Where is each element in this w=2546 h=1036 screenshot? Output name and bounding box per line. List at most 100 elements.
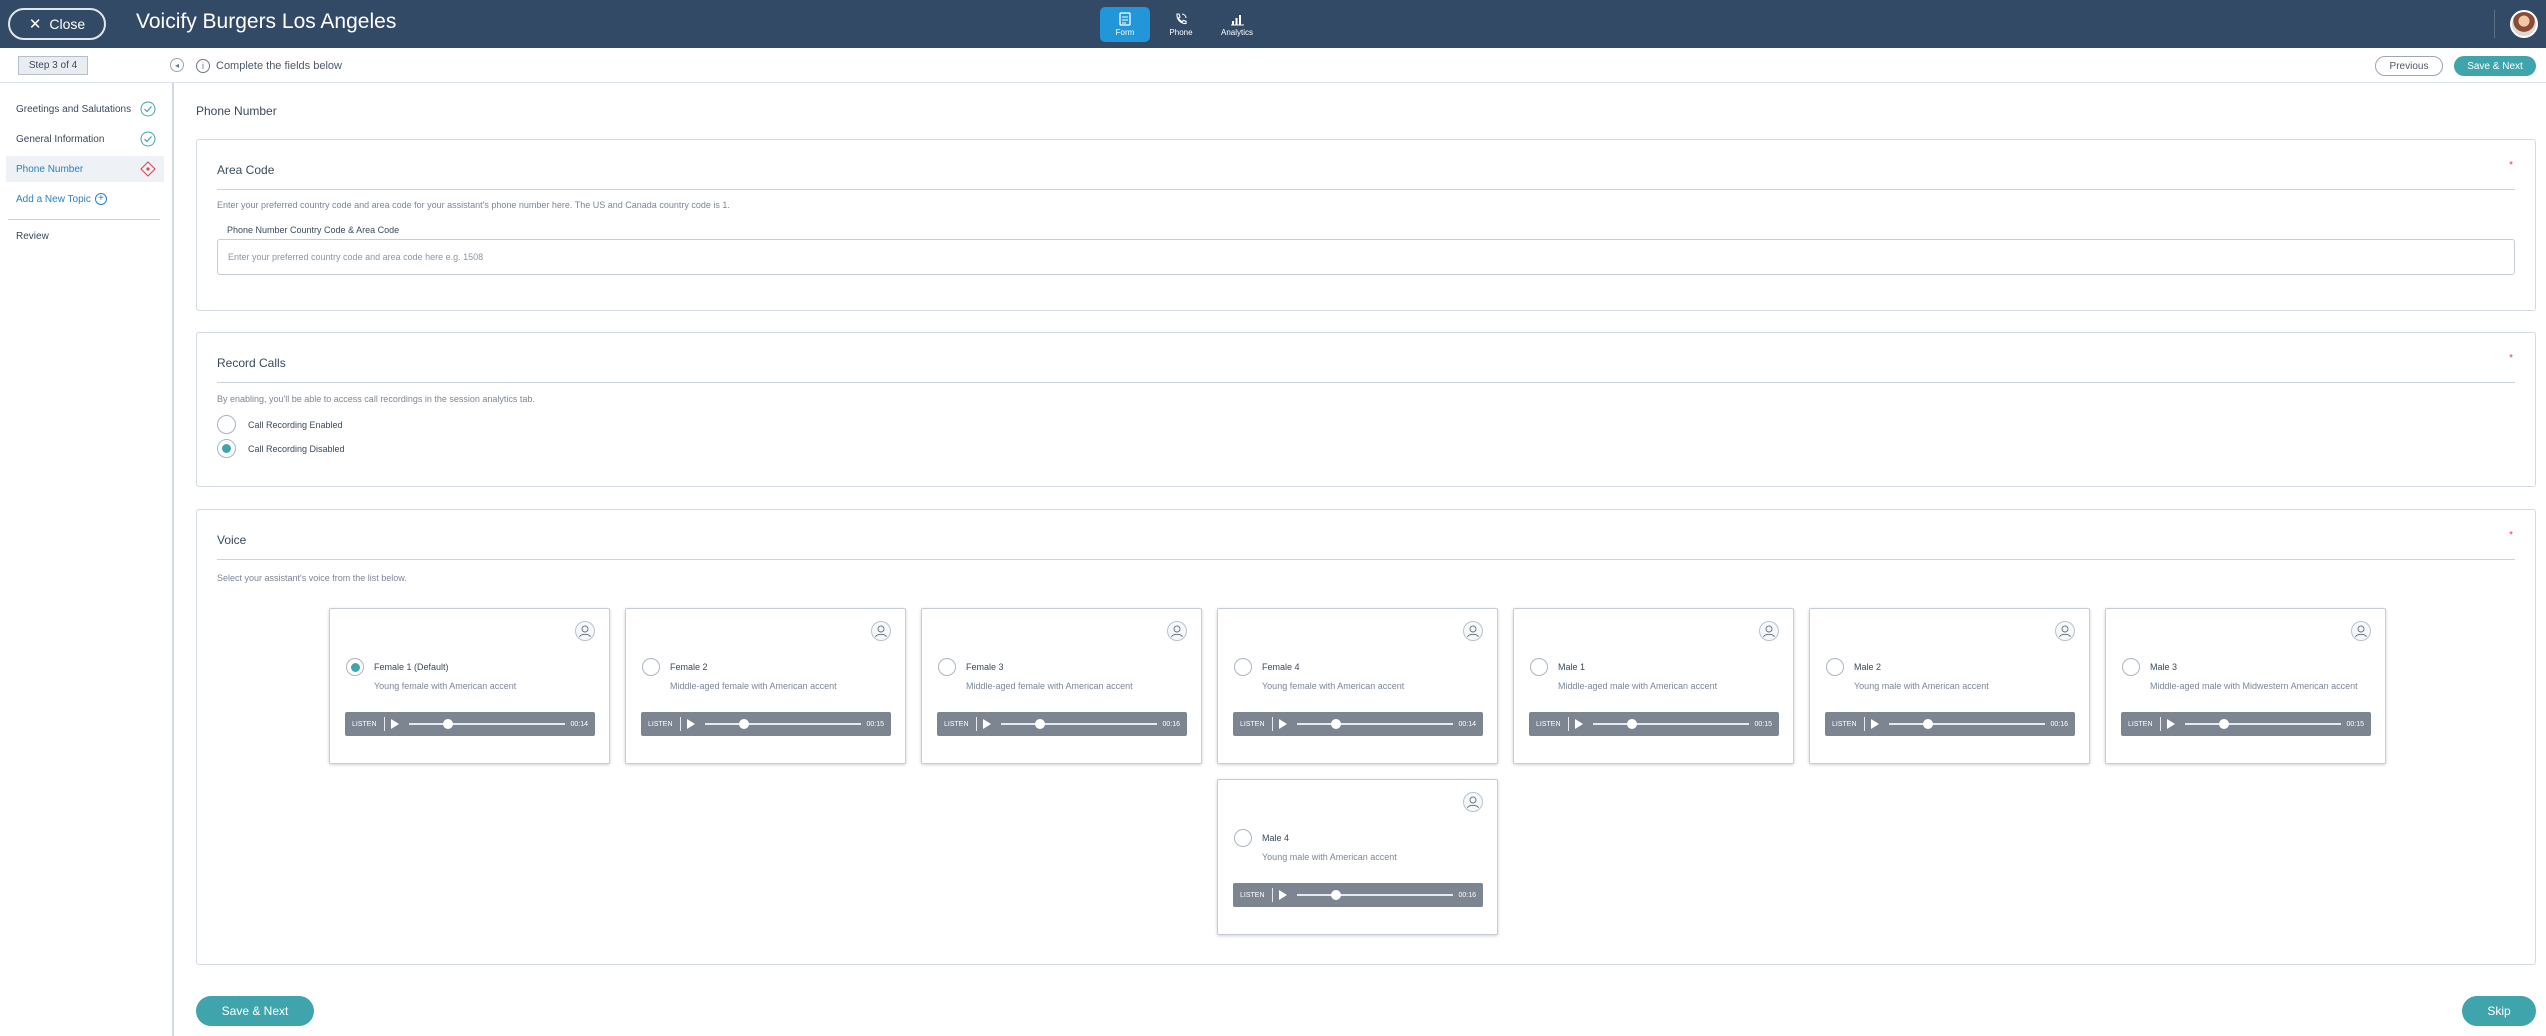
voice-card[interactable]: Male 2 Young male with American accent LIS… — [1809, 608, 2090, 764]
app-title: Voicify Burgers Los Angeles — [136, 10, 397, 33]
listen-label: LISTEN — [1240, 891, 1265, 899]
audio-seek-track[interactable] — [1888, 719, 2045, 729]
seek-handle[interactable] — [2218, 719, 2229, 729]
panel-divider — [217, 559, 2515, 560]
nav-phone[interactable]: Phone — [1156, 7, 1206, 42]
voice-description: Middle-aged female with American accent — [670, 681, 837, 691]
voice-radio[interactable] — [346, 658, 364, 676]
listen-label: LISTEN — [1240, 720, 1265, 728]
seek-handle[interactable] — [1330, 890, 1341, 900]
voice-card[interactable]: Female 4 Young female with American accen… — [1217, 608, 1498, 764]
required-marker: * — [2509, 530, 2513, 541]
voice-name: Female 2 — [670, 662, 708, 672]
sidebar-item-phone-number[interactable]: Phone Number — [6, 156, 164, 182]
audio-seek-track[interactable] — [408, 719, 565, 729]
add-topic-label: Add a New Topic — [16, 193, 91, 205]
player-divider — [2159, 717, 2161, 731]
nav-analytics-label: Analytics — [1220, 28, 1253, 37]
audio-seek-track[interactable] — [1296, 890, 1453, 900]
play-icon[interactable] — [1870, 719, 1879, 729]
user-icon — [2055, 621, 2075, 641]
step-badge: Step 3 of 4 — [18, 56, 88, 75]
add-topic-link[interactable]: Add a New Topic + — [16, 193, 107, 205]
sidebar-item-review[interactable]: Review — [16, 231, 49, 242]
voice-radio[interactable] — [1234, 658, 1252, 676]
call-recording-disabled-option[interactable]: Call Recording Disabled — [217, 439, 345, 458]
play-icon[interactable] — [1278, 719, 1287, 729]
audio-duration: 00:15 — [866, 720, 885, 728]
voice-name: Male 4 — [1262, 833, 1290, 843]
seek-handle[interactable] — [1922, 719, 1933, 729]
radio-label: Call Recording Disabled — [248, 443, 345, 454]
play-icon[interactable] — [982, 719, 991, 729]
seek-handle[interactable] — [442, 719, 453, 729]
audio-seek-track[interactable] — [1592, 719, 1749, 729]
call-recording-disabled-radio[interactable] — [217, 439, 236, 458]
call-recording-enabled-option[interactable]: Call Recording Enabled — [217, 415, 343, 434]
sidebar-divider — [8, 219, 160, 220]
save-next-top-button[interactable]: Save & Next — [2454, 56, 2536, 76]
voice-radio[interactable] — [938, 658, 956, 676]
user-icon — [1463, 792, 1483, 812]
audio-seek-track[interactable] — [1000, 719, 1157, 729]
voice-description: Young female with American accent — [1262, 681, 1405, 691]
audio-duration: 00:15 — [1754, 720, 1773, 728]
user-icon — [2351, 621, 2371, 641]
user-icon — [871, 621, 891, 641]
previous-button[interactable]: Previous — [2375, 56, 2443, 76]
voice-radio[interactable] — [1530, 658, 1548, 676]
voice-card[interactable]: Male 1 Middle-aged male with American acc… — [1513, 608, 1794, 764]
sidebar-item-general-information[interactable]: General Information — [6, 126, 164, 152]
voice-name: Male 2 — [1854, 662, 1882, 672]
nav-analytics[interactable]: Analytics — [1212, 7, 1262, 42]
audio-player: LISTEN 00:15 — [1529, 712, 1779, 736]
nav-form[interactable]: Form — [1100, 7, 1150, 42]
voice-radio[interactable] — [642, 658, 660, 676]
audio-duration: 00:16 — [1162, 720, 1181, 728]
save-next-button[interactable]: Save & Next — [196, 996, 314, 1026]
check-circle-icon — [140, 131, 156, 147]
play-icon[interactable] — [686, 719, 695, 729]
voice-card[interactable]: Male 4 Young male with American accent LIS… — [1217, 779, 1498, 935]
play-icon[interactable] — [390, 719, 399, 729]
voice-radio[interactable] — [2122, 658, 2140, 676]
voice-name: Female 4 — [1262, 662, 1300, 672]
play-icon[interactable] — [1278, 890, 1287, 900]
voice-card[interactable]: Female 2 Middle-aged female with American… — [625, 608, 906, 764]
listen-label: LISTEN — [648, 720, 673, 728]
main-nav: Form Phone Analytics — [1100, 7, 1262, 42]
close-icon: ✕ — [28, 15, 42, 33]
seek-handle[interactable] — [1330, 719, 1341, 729]
voice-description: Middle-aged male with Midwestern America… — [2150, 681, 2358, 691]
seek-handle[interactable] — [1626, 719, 1637, 729]
voice-card[interactable]: Female 3 Middle-aged female with American… — [921, 608, 1202, 764]
info-text: Complete the fields below — [216, 60, 342, 72]
sidebar-item-greetings[interactable]: Greetings and Salutations — [6, 96, 164, 122]
play-icon[interactable] — [2166, 719, 2175, 729]
area-code-input[interactable] — [217, 239, 2515, 275]
voice-description: Select your assistant's voice from the l… — [217, 573, 407, 583]
voice-radio[interactable] — [1234, 829, 1252, 847]
voice-card[interactable]: Male 3 Middle-aged male with Midwestern A… — [2105, 608, 2386, 764]
seek-handle[interactable] — [1034, 719, 1045, 729]
audio-seek-track[interactable] — [704, 719, 861, 729]
user-avatar[interactable] — [2510, 10, 2538, 38]
analytics-icon — [1231, 15, 1244, 26]
collapse-sidebar-button[interactable]: ◂ — [170, 58, 184, 72]
close-button[interactable]: ✕ Close — [8, 8, 106, 40]
play-icon[interactable] — [1574, 719, 1583, 729]
listen-label: LISTEN — [2128, 720, 2153, 728]
panel-divider — [217, 382, 2515, 383]
audio-seek-track[interactable] — [2184, 719, 2341, 729]
skip-button[interactable]: Skip — [2462, 996, 2536, 1026]
voice-card[interactable]: Female 1 (Default) Young female with Amer… — [329, 608, 610, 764]
seek-handle[interactable] — [738, 719, 749, 729]
listen-label: LISTEN — [1832, 720, 1857, 728]
voice-radio[interactable] — [1826, 658, 1844, 676]
audio-seek-track[interactable] — [1296, 719, 1453, 729]
sidebar-item-label: Greetings and Salutations — [16, 103, 132, 115]
audio-player: LISTEN 00:16 — [937, 712, 1187, 736]
audio-player: LISTEN 00:15 — [2121, 712, 2371, 736]
call-recording-enabled-radio[interactable] — [217, 415, 236, 434]
voice-name: Female 1 (Default) — [374, 662, 449, 672]
